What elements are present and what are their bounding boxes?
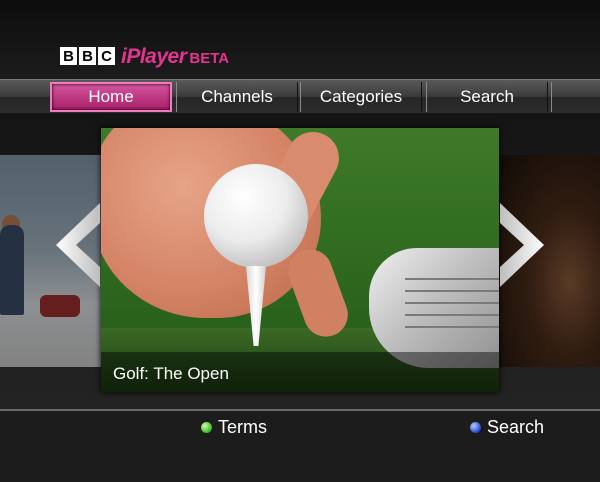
bbc-letter: B — [79, 47, 96, 65]
club-groove — [405, 290, 499, 292]
bbc-letter: C — [98, 47, 115, 65]
terms-button[interactable]: Terms — [201, 417, 267, 438]
search-label: Search — [487, 417, 545, 437]
main-nav: Home Channels Categories Search — [0, 79, 600, 115]
featured-title: Golf: The Open — [113, 364, 229, 383]
golf-club-image — [369, 248, 499, 368]
club-groove — [405, 314, 499, 316]
club-groove — [405, 278, 499, 280]
terms-label: Terms — [218, 417, 267, 437]
top-background — [0, 0, 600, 80]
bbc-iplayer-logo: B B C iPlayer BETA — [60, 44, 229, 68]
bbc-blocks: B B C — [60, 47, 115, 65]
nav-channels-tab[interactable]: Channels — [176, 82, 298, 112]
chevron-right-icon[interactable] — [500, 203, 544, 287]
club-groove — [405, 326, 499, 328]
beta-badge: BETA — [189, 49, 230, 67]
club-groove — [405, 302, 499, 304]
nav-categories-tab[interactable]: Categories — [300, 82, 422, 112]
chevron-left-icon[interactable] — [56, 203, 100, 287]
green-button-icon — [201, 422, 212, 433]
search-button[interactable]: Search — [470, 417, 544, 438]
nav-divider — [551, 82, 600, 112]
golf-ball-image — [204, 164, 308, 268]
iplayer-wordmark: iPlayer — [121, 44, 187, 68]
nav-home-tab[interactable]: Home — [50, 82, 172, 112]
bbc-letter: B — [60, 47, 77, 65]
blue-button-icon — [470, 422, 481, 433]
footer-bar: Terms Search — [0, 409, 600, 482]
nav-search-tab[interactable]: Search — [426, 82, 548, 112]
featured-programme[interactable]: Golf: The Open — [101, 128, 499, 392]
